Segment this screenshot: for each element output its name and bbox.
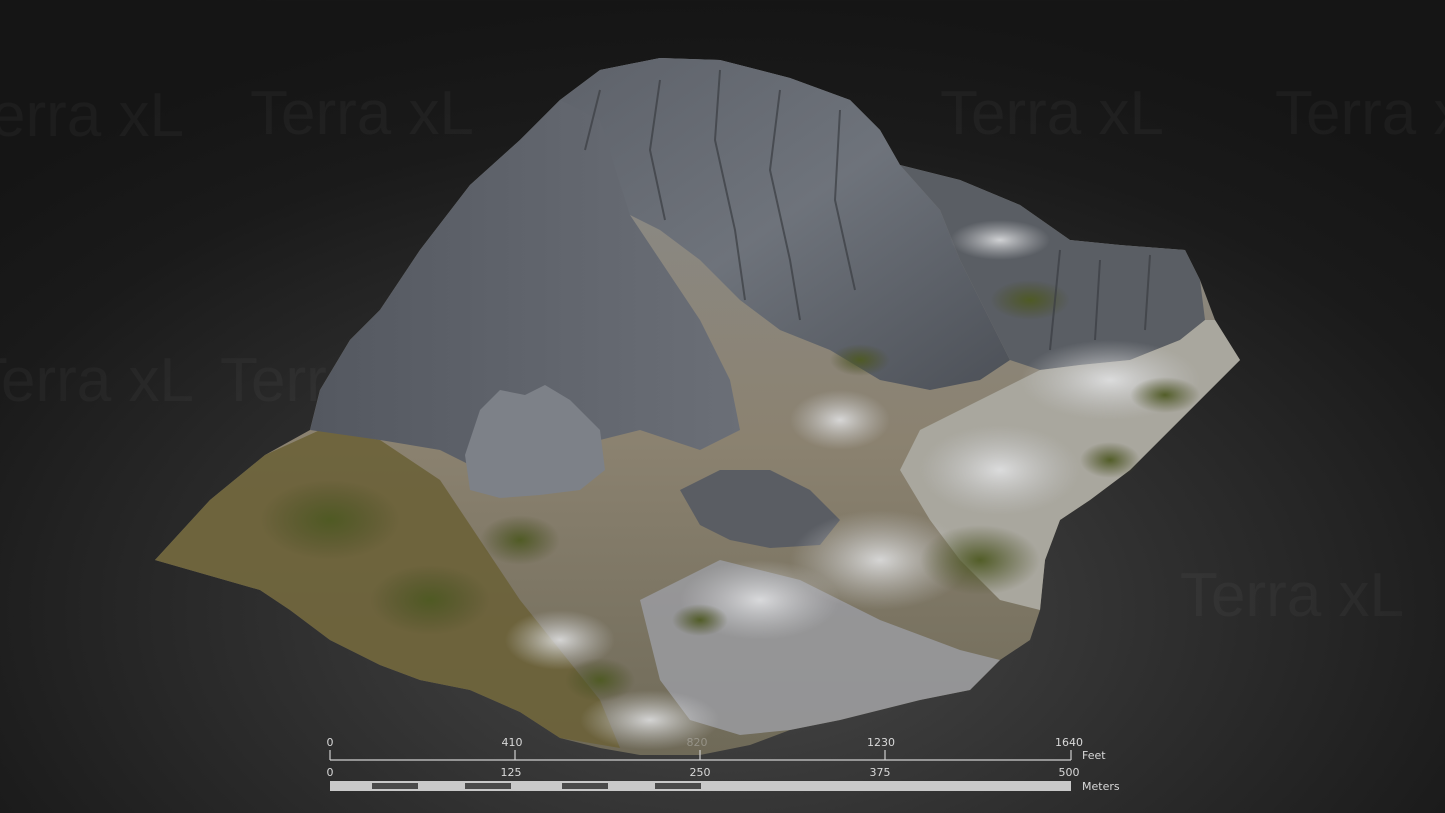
3d-model-viewport[interactable]: Terra xL Terra xL Terra xL Terra xL Terr… [0,0,1445,813]
terrain-model[interactable] [0,0,1445,813]
